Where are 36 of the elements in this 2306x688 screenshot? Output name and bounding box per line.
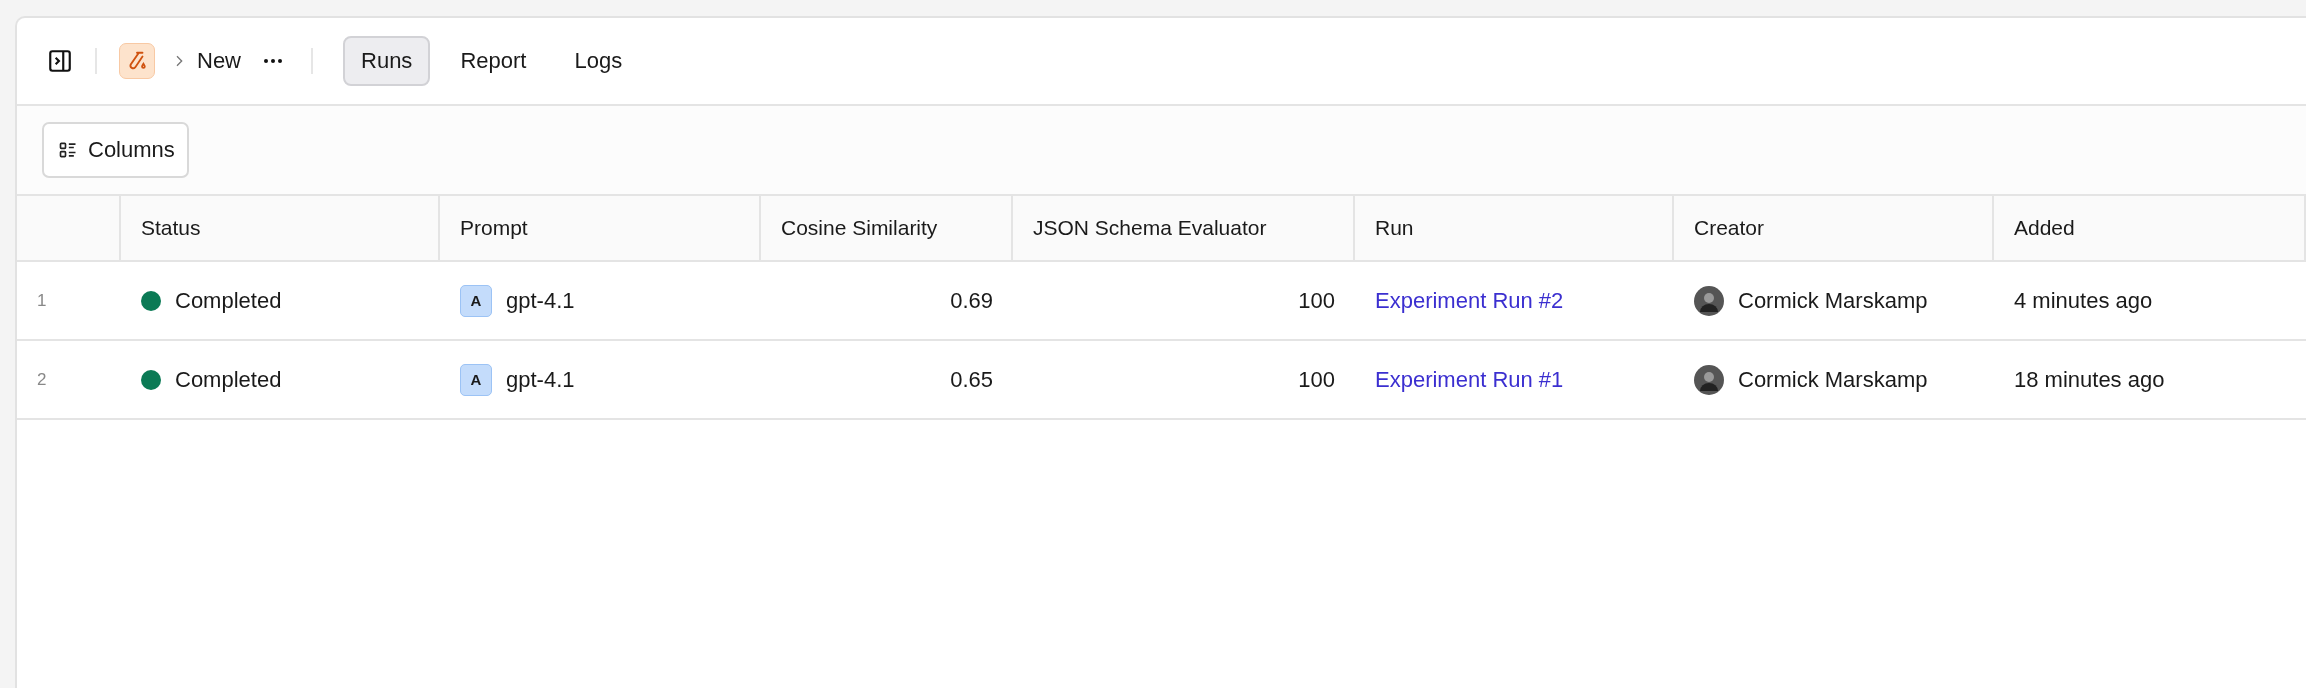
columns-icon <box>58 140 78 160</box>
added-time: 18 minutes ago <box>2014 366 2165 393</box>
column-header[interactable]: Prompt <box>440 196 761 262</box>
prompt-badge: A <box>460 284 492 317</box>
column-header[interactable]: Cosine Similarity <box>761 196 1013 262</box>
score-text: 100 <box>1298 287 1335 314</box>
added-time: 4 minutes ago <box>2014 287 2153 314</box>
tab[interactable]: Report <box>442 36 545 86</box>
prompt-text: gpt-4.1 <box>506 366 575 393</box>
creator-name: Cormick Marskamp <box>1738 287 1928 314</box>
breadcrumb-label[interactable]: New <box>197 48 241 74</box>
column-header[interactable]: Run <box>1355 196 1674 262</box>
sidebar-toggle-icon[interactable] <box>47 48 73 74</box>
score-text: 0.69 <box>950 287 993 314</box>
column-header[interactable]: Status <box>121 196 440 262</box>
tab[interactable]: Runs <box>343 36 431 86</box>
score-text: 0.65 <box>950 366 993 393</box>
row-number: 2 <box>37 369 47 390</box>
column-header[interactable]: Creator <box>1674 196 1994 262</box>
columns-button[interactable]: Columns <box>42 122 189 178</box>
status-text: Completed <box>175 366 282 393</box>
prompt-badge: A <box>460 363 492 396</box>
column-header[interactable]: Added <box>1994 196 2306 262</box>
prompt-text: gpt-4.1 <box>506 287 575 314</box>
run-link[interactable]: Experiment Run #2 <box>1375 287 1564 314</box>
avatar-icon <box>1694 364 1724 395</box>
run-link[interactable]: Experiment Run #1 <box>1375 366 1564 393</box>
row-number: 1 <box>37 290 47 311</box>
status-text: Completed <box>175 287 282 314</box>
creator-name: Cormick Marskamp <box>1738 366 1928 393</box>
score-text: 100 <box>1298 366 1335 393</box>
more-icon[interactable] <box>263 58 283 64</box>
tab[interactable]: Logs <box>556 36 641 86</box>
avatar-icon <box>1694 285 1724 316</box>
column-header[interactable]: JSON Schema Evaluator <box>1013 196 1355 262</box>
project-logo-icon[interactable] <box>119 43 155 79</box>
